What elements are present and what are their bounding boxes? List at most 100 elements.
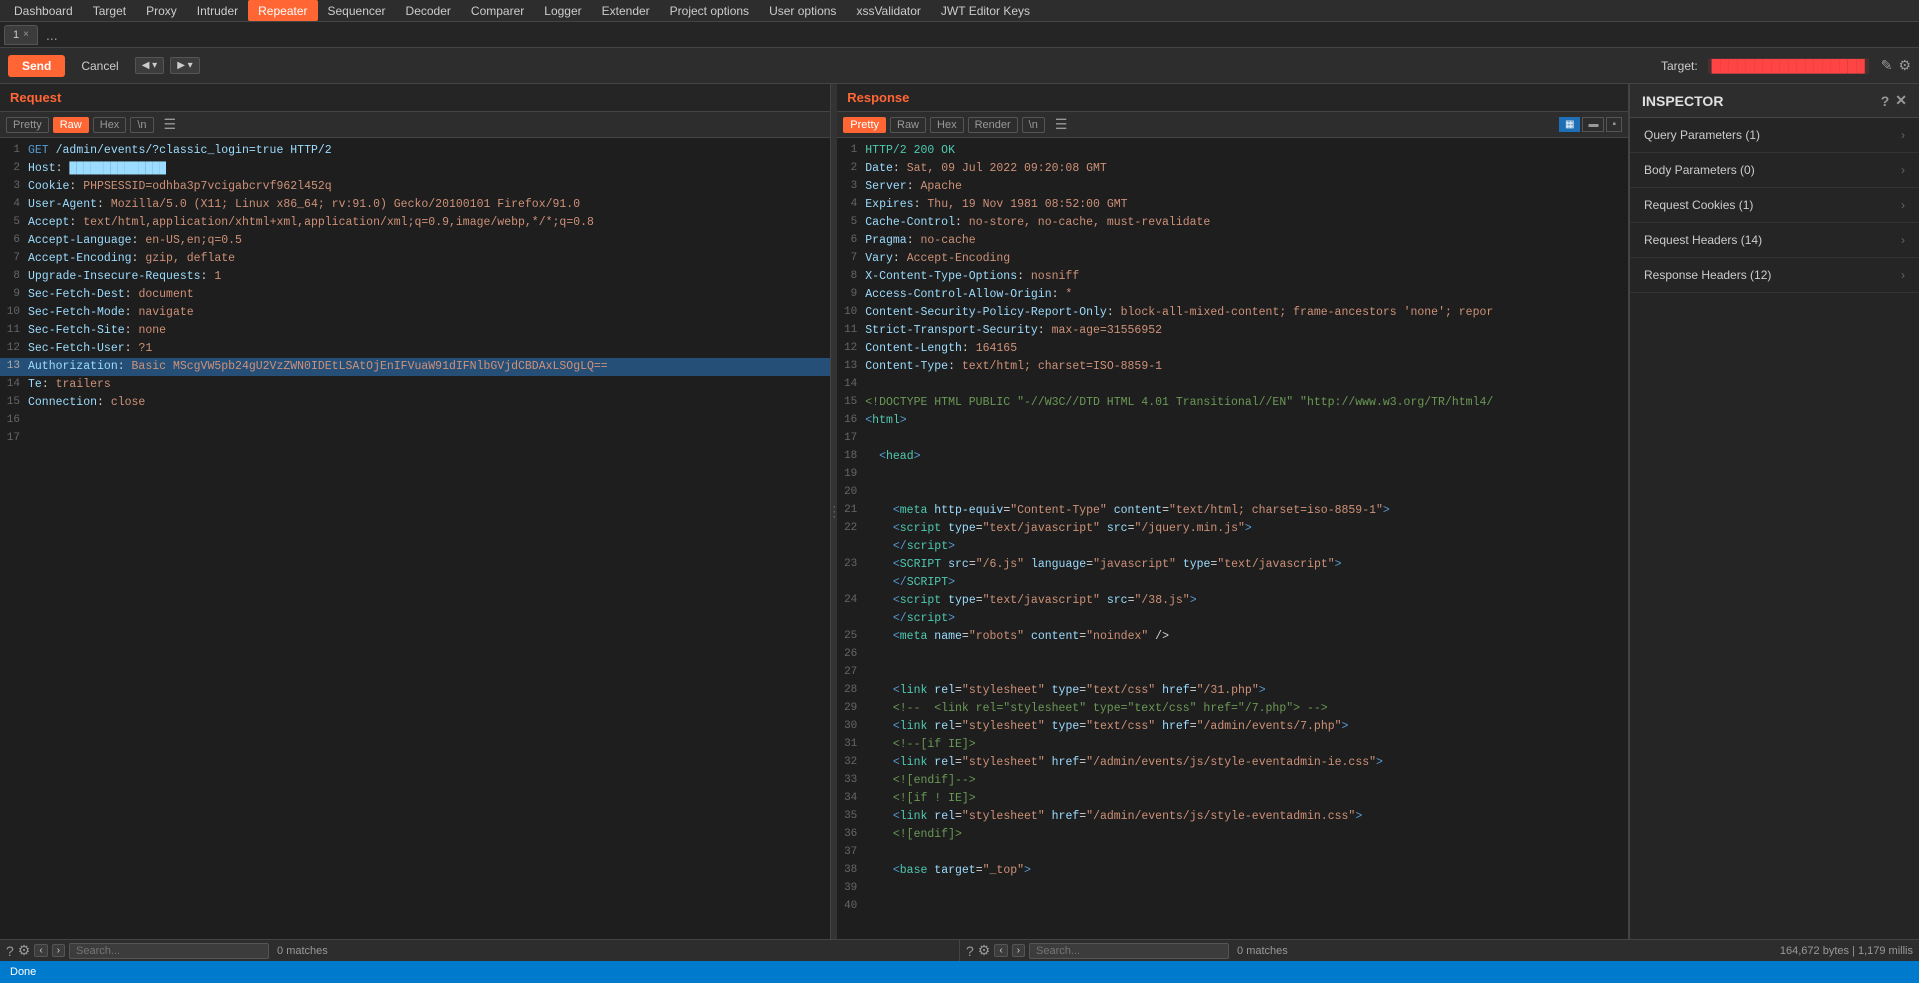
resp-line-36: 36 <![endif]> [837, 826, 1628, 844]
menu-decoder[interactable]: Decoder [396, 0, 461, 21]
resp-next-btn[interactable]: › [1012, 944, 1025, 957]
resp-line-15: 15 <!DOCTYPE HTML PUBLIC "-//W3C//DTD HT… [837, 394, 1628, 412]
resp-hex-btn[interactable]: Hex [930, 117, 964, 133]
tab-more-icon[interactable]: ... [40, 26, 64, 44]
req-next-btn[interactable]: › [52, 944, 65, 957]
resp-line-17: 17 [837, 430, 1628, 448]
resp-line-12: 12 Content-Length: 164165 [837, 340, 1628, 358]
menu-repeater[interactable]: Repeater [248, 0, 317, 21]
req-line-10: 10 Sec-Fetch-Mode: navigate [0, 304, 830, 322]
resp-help-icon[interactable]: ? [966, 943, 974, 959]
response-size-info: 164,672 bytes | 1,179 millis [1780, 945, 1913, 957]
request-content[interactable]: 1 GET /admin/events/?classic_login=true … [0, 138, 830, 939]
req-settings-icon[interactable]: ⚙ [18, 942, 31, 959]
resp-line-28: 28 <link rel="stylesheet" type="text/css… [837, 682, 1628, 700]
resp-line-8: 8 X-Content-Type-Options: nosniff [837, 268, 1628, 286]
req-headers-chevron: › [1901, 233, 1905, 247]
response-search-input[interactable] [1029, 943, 1229, 959]
resp-line-7: 7 Vary: Accept-Encoding [837, 250, 1628, 268]
response-bottom-bar: ? ⚙ ‹ › 0 matches 164,672 bytes | 1,179 … [960, 940, 1919, 961]
resp-line-33: 33 <![endif]--> [837, 772, 1628, 790]
request-matches: 0 matches [277, 945, 328, 957]
req-line-13: 13 Authorization: Basic MScgVW5pb24gU2Vz… [0, 358, 830, 376]
target-settings-icon[interactable]: ⚙ [1898, 57, 1911, 74]
resp-raw-btn[interactable]: Raw [890, 117, 926, 133]
resp-line-22b: </script> [837, 538, 1628, 556]
req-line-7: 7 Accept-Encoding: gzip, deflate [0, 250, 830, 268]
inspector-help-icon[interactable]: ? [1881, 93, 1890, 109]
req-line-2: 2 Host: ██████████████ [0, 160, 830, 178]
resp-line-6: 6 Pragma: no-cache [837, 232, 1628, 250]
menu-jwt-editor-keys[interactable]: JWT Editor Keys [931, 0, 1040, 21]
menu-proxy[interactable]: Proxy [136, 0, 187, 21]
req-pretty-btn[interactable]: Pretty [6, 117, 49, 133]
resp-prev-btn[interactable]: ‹ [994, 944, 1007, 957]
next-button[interactable]: ▶ ▾ [170, 57, 200, 74]
req-cookies-chevron: › [1901, 198, 1905, 212]
resp-line-40: 40 [837, 898, 1628, 916]
req-line-5: 5 Accept: text/html,application/xhtml+xm… [0, 214, 830, 232]
resp-line-2: 2 Date: Sat, 09 Jul 2022 09:20:08 GMT [837, 160, 1628, 178]
req-hex-btn[interactable]: Hex [93, 117, 127, 133]
resp-line-32: 32 <link rel="stylesheet" href="/admin/e… [837, 754, 1628, 772]
menu-logger[interactable]: Logger [534, 0, 591, 21]
resp-line-30: 30 <link rel="stylesheet" type="text/css… [837, 718, 1628, 736]
resp-render-btn[interactable]: Render [968, 117, 1018, 133]
repeater-tab-1[interactable]: 1 × [4, 25, 38, 45]
resp-menu-btn[interactable]: ☰ [1049, 115, 1074, 134]
response-content[interactable]: 1 HTTP/2 200 OK 2 Date: Sat, 09 Jul 2022… [837, 138, 1628, 939]
menu-sequencer[interactable]: Sequencer [318, 0, 396, 21]
resp-grid-btn[interactable]: ▦ [1559, 117, 1580, 132]
menu-extender[interactable]: Extender [592, 0, 660, 21]
request-search-input[interactable] [69, 943, 269, 959]
resp-ln-btn[interactable]: \n [1022, 117, 1045, 133]
inspector-response-headers[interactable]: Response Headers (12) › [1630, 258, 1919, 293]
menu-user-options[interactable]: User options [759, 0, 846, 21]
resp-line-3: 3 Server: Apache [837, 178, 1628, 196]
resp-line-16: 16 <html> [837, 412, 1628, 430]
menu-intruder[interactable]: Intruder [187, 0, 248, 21]
edit-target-icon[interactable]: ✎ [1881, 57, 1893, 74]
req-ln-btn[interactable]: \n [130, 117, 153, 133]
inspector-panel: INSPECTOR ? ✕ Query Parameters (1) › Bod… [1629, 84, 1919, 939]
req-menu-btn[interactable]: ☰ [158, 115, 183, 134]
resp-line-39: 39 [837, 880, 1628, 898]
menu-comparer[interactable]: Comparer [461, 0, 534, 21]
menu-xssvalidator[interactable]: xssValidator [846, 0, 930, 21]
resp-list-btn[interactable]: ▬ [1582, 117, 1604, 132]
inspector-body-params[interactable]: Body Parameters (0) › [1630, 153, 1919, 188]
inspector-request-headers[interactable]: Request Headers (14) › [1630, 223, 1919, 258]
prev-button[interactable]: ◀ ▾ [135, 57, 165, 74]
bottom-area: ? ⚙ ‹ › 0 matches ? ⚙ ‹ › 0 matches 164,… [0, 939, 1919, 961]
resp-line-19: 19 [837, 466, 1628, 484]
inspector-header-icons: ? ✕ [1881, 92, 1907, 109]
req-line-15: 15 Connection: close [0, 394, 830, 412]
inspector-query-params[interactable]: Query Parameters (1) › [1630, 118, 1919, 153]
req-line-6: 6 Accept-Language: en-US,en;q=0.5 [0, 232, 830, 250]
req-help-icon[interactable]: ? [6, 943, 14, 959]
menu-dashboard[interactable]: Dashboard [4, 0, 83, 21]
response-toolbar: Pretty Raw Hex Render \n ☰ ▦ ▬ ▪ [837, 112, 1628, 138]
resp-line-9: 9 Access-Control-Allow-Origin: * [837, 286, 1628, 304]
send-button[interactable]: Send [8, 55, 65, 77]
inspector-close-icon[interactable]: ✕ [1895, 92, 1907, 109]
resp-line-18: 18 <head> [837, 448, 1628, 466]
tab-close-icon[interactable]: × [23, 29, 29, 40]
resp-compact-btn[interactable]: ▪ [1606, 117, 1622, 132]
tab-bar: 1 × ... [0, 22, 1919, 48]
target-value: ██████████████████ [1708, 58, 1869, 74]
req-line-3: 3 Cookie: PHPSESSID=odhba3p7vcigabcrvf96… [0, 178, 830, 196]
req-raw-btn[interactable]: Raw [53, 117, 89, 133]
resp-pretty-btn[interactable]: Pretty [843, 117, 886, 133]
inspector-request-cookies[interactable]: Request Cookies (1) › [1630, 188, 1919, 223]
request-panel: Request Pretty Raw Hex \n ☰ 1 GET /admin… [0, 84, 831, 939]
query-params-chevron: › [1901, 128, 1905, 142]
req-prev-btn[interactable]: ‹ [34, 944, 47, 957]
inspector-header: INSPECTOR ? ✕ [1630, 84, 1919, 118]
resp-settings-icon[interactable]: ⚙ [978, 942, 991, 959]
menu-project-options[interactable]: Project options [660, 0, 759, 21]
menu-target[interactable]: Target [83, 0, 136, 21]
response-panel-header: Response [837, 84, 1628, 112]
req-line-17: 17 [0, 430, 830, 448]
cancel-button[interactable]: Cancel [71, 55, 128, 77]
